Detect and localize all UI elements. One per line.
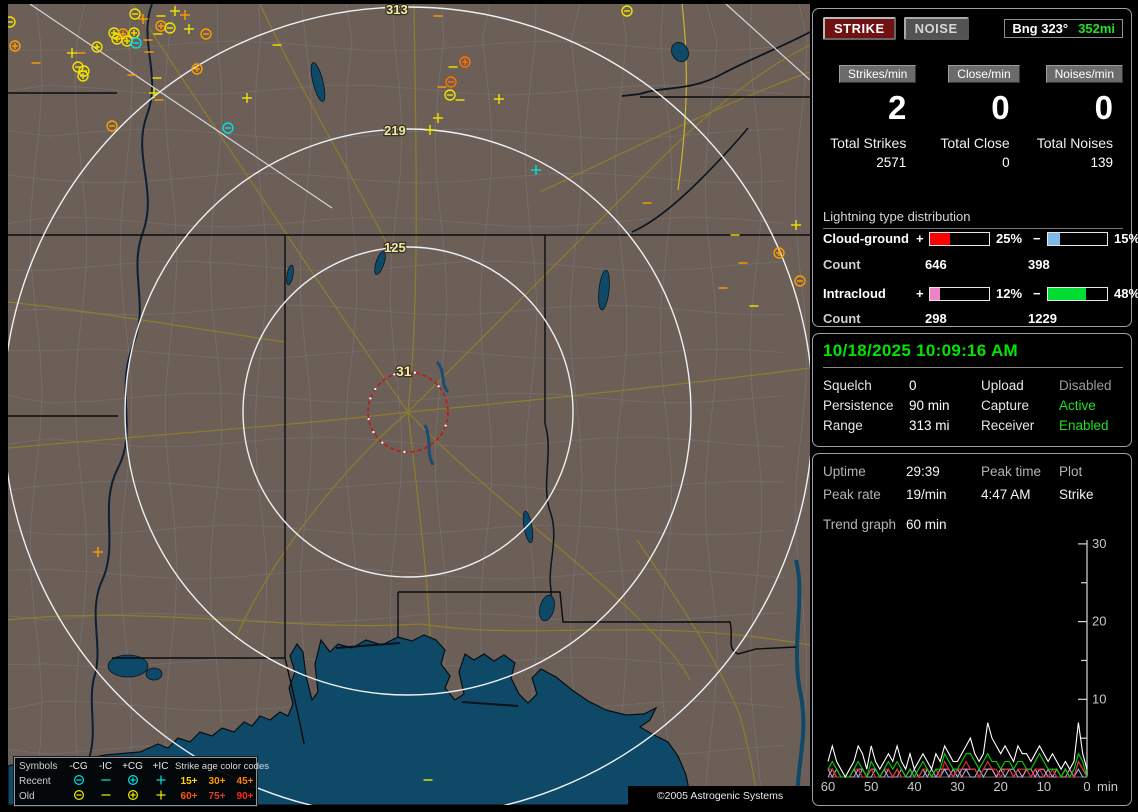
plus-sign: + — [916, 286, 924, 301]
legend-minus-icon — [92, 774, 119, 789]
cg-positive-bar — [929, 231, 990, 246]
legend-age-75+: 75+ — [208, 791, 226, 802]
intracloud-label: Intracloud — [823, 286, 886, 301]
legend-minus-icon — [92, 789, 119, 804]
svg-text:30: 30 — [1092, 536, 1106, 551]
svg-text:0: 0 — [1083, 779, 1090, 794]
map-canvas[interactable]: 313 219 125 31 — [8, 4, 810, 805]
strike-stats-panel: STRIKE NOISE Bng 323° 352mi Strikes/min C… — [812, 8, 1138, 327]
ic-negative-pct: 48% — [1114, 286, 1138, 301]
legend-col-header-+cg: +CG — [122, 761, 143, 772]
legend-row-label: Recent — [19, 776, 51, 787]
ic-positive-bar — [929, 286, 990, 301]
symbols-legend: Symbols -CG -IC +CG +IC Strike age color code… — [14, 757, 269, 806]
cg-negative-bar — [1047, 231, 1108, 246]
legend-age-title: Strike age color codes — [175, 761, 269, 772]
squelch-value: 0 — [909, 378, 917, 393]
legend-plus-icon — [146, 774, 175, 789]
svg-text:40: 40 — [907, 779, 921, 794]
minus-sign: − — [1033, 231, 1041, 246]
cg-count-label: Count — [823, 257, 861, 272]
ic-negative-count: 1229 — [1028, 311, 1057, 326]
squelch-label: Squelch — [823, 378, 872, 393]
noises-rate-value: 0 — [1094, 89, 1113, 126]
legend-row-label: Old — [19, 791, 35, 802]
ring-label: 31 — [396, 363, 412, 379]
cg-positive-pct: 25% — [996, 231, 1023, 246]
status-panel: 10/18/2025 10:09:16 AM Squelch 0 Upload … — [812, 333, 1132, 447]
lightning-map[interactable]: 313 219 125 31 Symbols -CG -IC +CG +IC Strike ag… — [8, 4, 810, 806]
svg-text:20: 20 — [1092, 614, 1106, 629]
ring-label: 125 — [384, 240, 406, 255]
plus-sign: + — [916, 231, 924, 246]
total-close-value: 0 — [1002, 155, 1010, 170]
svg-text:50: 50 — [864, 779, 878, 794]
close-rate-value: 0 — [991, 89, 1010, 126]
persistence-value: 90 min — [909, 398, 950, 413]
capture-status: Active — [1059, 398, 1096, 413]
upload-status: Disabled — [1059, 378, 1112, 393]
range-label: Range — [823, 418, 863, 433]
minus-sign: − — [1033, 286, 1041, 301]
legend-col-header--cg: -CG — [69, 761, 88, 772]
ic-negative-bar — [1047, 286, 1108, 301]
close-per-min-badge: Close/min — [948, 65, 1020, 83]
noise-mode-button[interactable]: NOISE — [903, 17, 969, 40]
cg-positive-count: 646 — [925, 257, 947, 272]
noises-per-min-badge: Noises/min — [1045, 65, 1123, 83]
legend-plus-icon — [146, 789, 175, 804]
upload-label: Upload — [981, 378, 1024, 393]
legend-col-header--ic: -IC — [98, 761, 113, 772]
svg-text:10: 10 — [1092, 691, 1106, 706]
strikes-per-min-badge: Strikes/min — [838, 65, 917, 83]
bearing-readout: Bng 323° 352mi — [1004, 19, 1123, 38]
total-noises-label: Total Noises — [1036, 135, 1113, 151]
ic-positive-pct: 12% — [996, 286, 1023, 301]
ring-label: 313 — [386, 4, 408, 17]
range-value: 313 mi — [909, 418, 950, 433]
svg-text:60: 60 — [821, 779, 835, 794]
persistence-label: Persistence — [823, 398, 894, 413]
svg-text:20: 20 — [993, 779, 1007, 794]
datetime-readout: 10/18/2025 10:09:16 AM — [823, 341, 1123, 368]
total-strikes-value: 2571 — [876, 155, 907, 170]
strikes-rate-value: 2 — [887, 89, 907, 126]
distribution-title: Lightning type distribution — [823, 209, 1123, 229]
total-close-label: Total Close — [940, 135, 1010, 151]
cloud-ground-label: Cloud-ground — [823, 231, 909, 246]
legend-age-30+: 30+ — [208, 776, 226, 787]
legend-age-90+: 90+ — [236, 791, 254, 802]
legend-circle-minus-icon — [65, 774, 92, 789]
bearing-distance: 352mi — [1078, 21, 1115, 36]
svg-text:min: min — [1097, 779, 1118, 794]
ic-count-label: Count — [823, 311, 861, 326]
receiver-status: Enabled — [1059, 418, 1109, 433]
legend-title: Symbols — [19, 761, 58, 772]
receiver-label: Receiver — [981, 418, 1035, 433]
svg-text:10: 10 — [1037, 779, 1051, 794]
ring-label: 219 — [384, 123, 406, 138]
svg-text:30: 30 — [950, 779, 964, 794]
legend-circle-plus-icon — [119, 789, 146, 804]
total-noises-value: 139 — [1090, 155, 1113, 170]
trend-graph: 10 20 30 60 50 40 30 20 10 0 min — [821, 536, 1118, 794]
ic-positive-count: 298 — [925, 311, 947, 326]
trend-series-ic-negative — [827, 752, 1088, 779]
capture-label: Capture — [981, 398, 1030, 413]
total-strikes-label: Total Strikes — [830, 135, 907, 151]
legend-circle-minus-icon — [65, 789, 92, 804]
legend-age-45+: 45+ — [236, 776, 254, 787]
strike-mode-button[interactable]: STRIKE — [823, 17, 896, 40]
legend-col-header-+ic: +IC — [152, 761, 169, 772]
legend-age-15+: 15+ — [180, 776, 198, 787]
cg-negative-count: 398 — [1028, 257, 1050, 272]
bearing-value: Bng 323° — [1012, 21, 1069, 36]
legend-age-60+: 60+ — [180, 791, 198, 802]
copyright-text: ©2005 Astrogenic Systems — [628, 786, 812, 806]
cg-negative-pct: 15% — [1114, 231, 1138, 246]
legend-circle-plus-icon — [119, 774, 146, 789]
trend-panel: Uptime 29:39 Peak time Plot Peak rate 19… — [812, 453, 1132, 806]
